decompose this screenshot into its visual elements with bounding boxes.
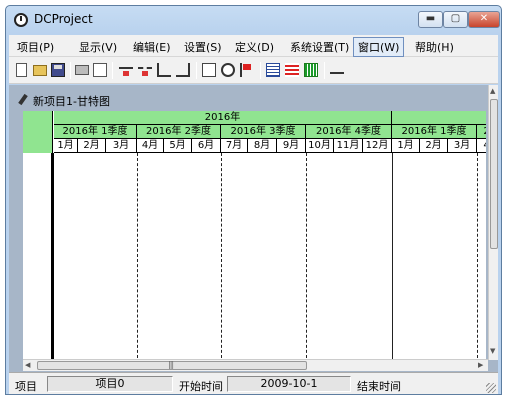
close-button[interactable]: ✕ — [468, 11, 500, 28]
year-gridline — [392, 153, 393, 361]
menu-view[interactable]: 显示(V) — [79, 39, 117, 55]
menu-bar: 项目(P) 显示(V) 编辑(E) 设置(S) 定义(D) 系统设置(T) 窗口… — [9, 35, 498, 57]
unlink-icon[interactable] — [138, 67, 152, 76]
quarter-gridline — [477, 153, 478, 361]
scroll-down-icon[interactable]: ▼ — [490, 347, 495, 355]
gantt-chart[interactable]: 2016年 2016年 1季度 2016年 2季度 2016年 3季度 2016… — [23, 111, 486, 361]
mdi-client-area: 新项目1-甘特图 2016年 2016年 1季度 2016年 2季度 2016年… — [9, 85, 498, 372]
task-column[interactable] — [23, 111, 54, 361]
menu-settings[interactable]: 设置(S) — [184, 39, 222, 55]
calendar-icon[interactable] — [202, 63, 216, 77]
start-time-label: 开始时间 — [179, 380, 223, 393]
vertical-scroll-thumb[interactable] — [490, 99, 498, 249]
toolbar-separator — [196, 62, 197, 79]
project-value: 项目0 — [47, 376, 173, 392]
menu-window[interactable]: 窗口(W) — [353, 37, 405, 57]
quarter-gridline — [137, 153, 138, 361]
month-header: 6月 — [192, 139, 221, 153]
print-icon[interactable] — [75, 65, 89, 75]
quarter-header: 2016年 1季度 — [54, 125, 137, 139]
month-header: 1月 — [54, 139, 78, 153]
pencil-icon — [18, 93, 28, 106]
toolbar-separator — [324, 62, 325, 79]
year-header — [392, 111, 486, 125]
month-header: 3月 — [448, 139, 477, 153]
bars-icon[interactable] — [285, 63, 299, 77]
month-header: 2月 — [420, 139, 448, 153]
toolbar — [9, 57, 498, 84]
year-header: 2016年 — [54, 111, 392, 125]
month-header: 9月 — [277, 139, 306, 153]
menu-help[interactable]: 帮助(H) — [415, 39, 454, 55]
start-time-value: 2009-10-1 — [227, 376, 351, 392]
menu-system-settings[interactable]: 系统设置(T) — [290, 39, 349, 55]
scroll-up-icon[interactable]: ▲ — [490, 87, 495, 95]
horizontal-scrollbar[interactable]: ◀ ||| ▶ — [23, 359, 488, 371]
indent-icon[interactable] — [157, 63, 171, 77]
scroll-right-icon[interactable]: ▶ — [478, 361, 483, 369]
open-icon[interactable] — [33, 65, 47, 76]
app-window: DCProject ▬ ▢ ✕ 项目(P) 显示(V) 编辑(E) 设置(S) … — [5, 5, 502, 395]
month-header: 2月 — [78, 139, 106, 153]
quarter-header: 2016年 3季度 — [221, 125, 306, 139]
window-title: DCProject — [34, 12, 93, 26]
scroll-left-icon[interactable]: ◀ — [25, 361, 30, 369]
month-header: 5月 — [164, 139, 192, 153]
month-header: 10月 — [306, 139, 334, 153]
quarter-gridline — [221, 153, 222, 361]
minimize-button[interactable]: ▬ — [418, 11, 443, 28]
toolbar-separator — [260, 62, 261, 79]
document-title: 新项目1-甘特图 — [33, 95, 110, 108]
vertical-scrollbar[interactable]: ▲ ▼ — [488, 85, 498, 360]
outdent-icon[interactable] — [176, 63, 190, 77]
menu-project[interactable]: 项目(P) — [17, 39, 54, 55]
grid-icon[interactable] — [266, 63, 280, 77]
new-icon[interactable] — [16, 63, 27, 77]
sort-icon[interactable] — [330, 66, 344, 74]
progress-icon[interactable] — [304, 63, 318, 77]
month-header: 4月 — [137, 139, 164, 153]
link-icon[interactable] — [119, 67, 133, 76]
title-bar[interactable]: DCProject ▬ ▢ ✕ — [6, 6, 501, 34]
month-header: 4 — [477, 139, 486, 153]
end-time-label: 结束时间 — [357, 380, 401, 393]
menu-define[interactable]: 定义(D) — [235, 39, 274, 55]
app-clock-icon — [14, 13, 28, 27]
quarter-header: 2016年 2季度 — [137, 125, 221, 139]
quarter-gridline — [306, 153, 307, 361]
toolbar-separator — [112, 62, 113, 79]
month-header: 7月 — [221, 139, 248, 153]
horizontal-scroll-thumb[interactable]: ||| — [37, 360, 307, 370]
quarter-header: 2 — [477, 125, 486, 139]
resize-grip-icon[interactable] — [486, 383, 496, 393]
month-header: 11月 — [334, 139, 363, 153]
month-header: 8月 — [248, 139, 277, 153]
scroll-grip-icon: ||| — [168, 360, 174, 369]
clock-icon[interactable] — [221, 63, 235, 77]
task-column-header — [23, 111, 53, 153]
quarter-header: 2016年 1季度 — [392, 125, 477, 139]
milestone-icon[interactable] — [240, 63, 254, 77]
save-icon[interactable] — [51, 63, 65, 77]
quarter-header: 2016年 4季度 — [306, 125, 392, 139]
month-header: 1月 — [392, 139, 420, 153]
month-header: 3月 — [106, 139, 137, 153]
project-label: 项目 — [15, 380, 37, 393]
maximize-button[interactable]: ▢ — [443, 11, 468, 28]
timeline[interactable]: 2016年 2016年 1季度 2016年 2季度 2016年 3季度 2016… — [54, 111, 486, 361]
toolbar-separator — [70, 62, 71, 79]
status-bar: 项目 项目0 开始时间 2009-10-1 结束时间 — [9, 372, 498, 394]
menu-edit[interactable]: 编辑(E) — [133, 39, 171, 55]
month-header: 12月 — [363, 139, 392, 153]
preview-icon[interactable] — [93, 63, 107, 77]
year-header-row: 2016年 — [54, 111, 486, 125]
